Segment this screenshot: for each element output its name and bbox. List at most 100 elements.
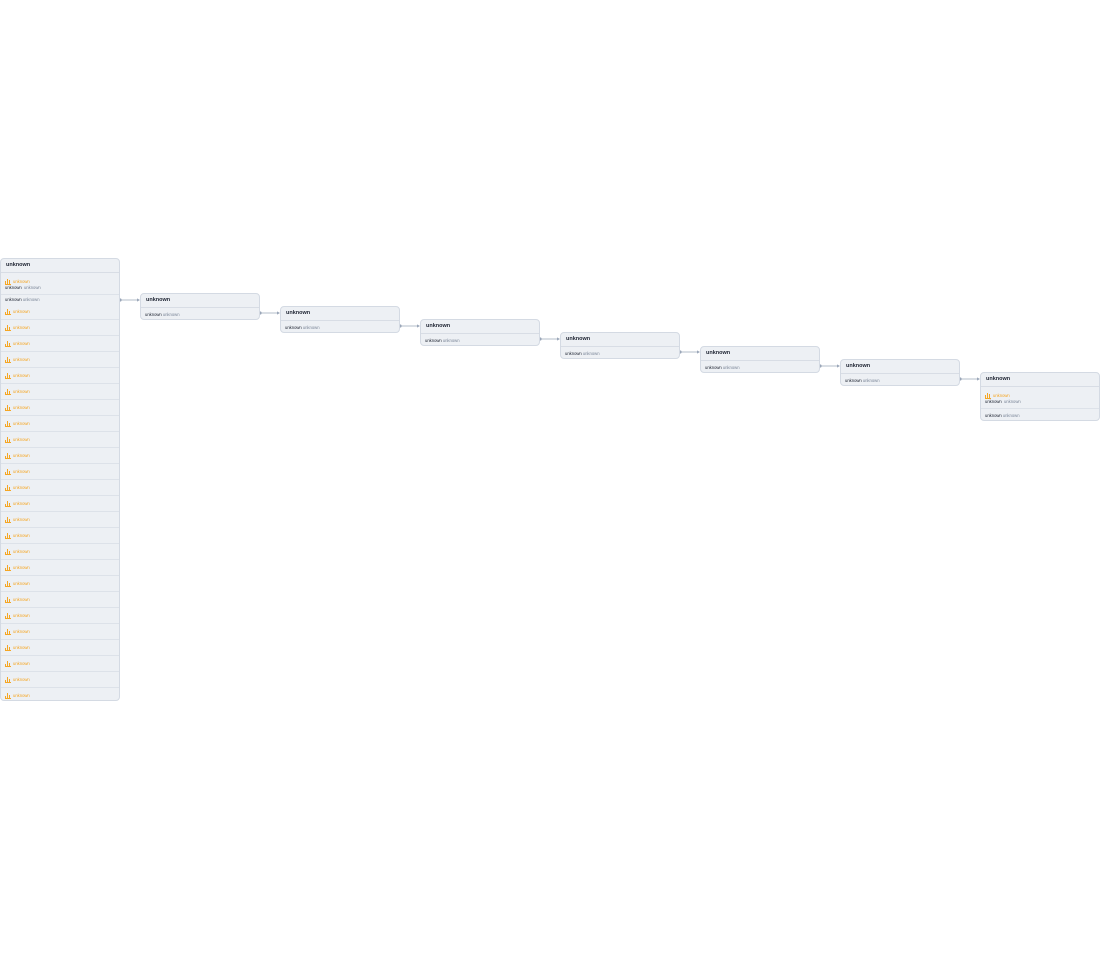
field-key: unknown (985, 398, 1002, 404)
alert-row[interactable]: unknown (1, 672, 119, 688)
alert-row[interactable]: unknown (1, 368, 119, 384)
alert-row[interactable]: unknown (1, 416, 119, 432)
bar-chart-icon (5, 420, 11, 427)
bar-chart-icon (5, 372, 11, 379)
alert-label: unknown (13, 341, 30, 346)
edge-3 (398, 324, 420, 328)
node-step-1[interactable]: unknown unknown unknown (140, 293, 260, 320)
alert-row[interactable]: unknown (1, 352, 119, 368)
alert-label: unknown (13, 565, 30, 570)
alert-row[interactable]: unknown (1, 496, 119, 512)
bar-chart-icon (5, 548, 11, 555)
alert-row[interactable]: unknown (1, 592, 119, 608)
field-value: unknown (23, 284, 41, 290)
field-key: unknown (845, 378, 862, 383)
field-row[interactable]: unknown unknown (701, 361, 819, 372)
bar-chart-icon (5, 644, 11, 651)
node-title: unknown (141, 294, 259, 308)
alert-row[interactable]: unknown (1, 640, 119, 656)
field-key: unknown (705, 365, 722, 370)
alert-row[interactable]: unknown (1, 544, 119, 560)
field-value: unknown (722, 365, 740, 370)
node-step-5[interactable]: unknown unknown unknown (700, 346, 820, 373)
bar-chart-icon (5, 580, 11, 587)
alert-row[interactable]: unknown (1, 304, 119, 320)
bar-chart-icon (5, 500, 11, 507)
alert-label: unknown (13, 693, 30, 698)
alert-list: unknown unknown unknown unknown unknown unkno… (1, 304, 119, 700)
alert-row[interactable]: unknown (1, 608, 119, 624)
field-key: unknown (145, 312, 162, 317)
alert-row[interactable]: unknown (1, 512, 119, 528)
alert-label: unknown (13, 629, 30, 634)
bar-chart-icon (5, 692, 11, 699)
alert-field: unknown unknown (5, 285, 41, 290)
node-title: unknown (561, 333, 679, 347)
bar-chart-icon (5, 340, 11, 347)
alert-row[interactable]: unknown (1, 560, 119, 576)
alert-label: unknown (13, 485, 30, 490)
alert-label: unknown (13, 437, 30, 442)
alert-row[interactable]: unknown (1, 656, 119, 672)
field-key: unknown (5, 284, 22, 290)
bar-chart-icon (5, 516, 11, 523)
alert-label: unknown (13, 581, 30, 586)
bar-chart-icon (5, 676, 11, 683)
edge-1 (118, 298, 140, 302)
alert-row[interactable]: unknown unknown unknown (1, 273, 119, 295)
node-title: unknown (421, 320, 539, 334)
field-row[interactable]: unknown unknown (561, 347, 679, 358)
bar-chart-icon (985, 392, 991, 399)
alert-row[interactable]: unknown (1, 448, 119, 464)
alert-label: unknown (13, 325, 30, 330)
node-title: unknown (701, 347, 819, 361)
bar-chart-icon (5, 324, 11, 331)
bar-chart-icon (5, 596, 11, 603)
alert-label: unknown (13, 597, 30, 602)
field-row[interactable]: unknown unknown (1, 295, 119, 304)
field-row[interactable]: unknown unknown (421, 334, 539, 345)
alert-row[interactable]: unknown (1, 528, 119, 544)
alert-label: unknown (13, 469, 30, 474)
alert-row[interactable]: unknown (1, 480, 119, 496)
node-title: unknown (1, 259, 119, 273)
edge-2 (258, 311, 280, 315)
alert-row[interactable]: unknown (1, 336, 119, 352)
alert-row[interactable]: unknown (1, 400, 119, 416)
alert-row[interactable]: unknown unknown unknown (981, 387, 1099, 409)
alert-row[interactable]: unknown (1, 576, 119, 592)
node-step-3[interactable]: unknown unknown unknown (420, 319, 540, 346)
alert-label: unknown (13, 357, 30, 362)
alert-label: unknown (13, 533, 30, 538)
node-step-4[interactable]: unknown unknown unknown (560, 332, 680, 359)
bar-chart-icon (5, 484, 11, 491)
node-source[interactable]: unknown unknown unknown unknown unknown … (0, 258, 120, 701)
alert-row[interactable]: unknown (1, 688, 119, 700)
node-step-2[interactable]: unknown unknown unknown (280, 306, 400, 333)
bar-chart-icon (5, 564, 11, 571)
alert-row[interactable]: unknown (1, 432, 119, 448)
alert-row[interactable]: unknown (1, 464, 119, 480)
field-value: unknown (442, 338, 460, 343)
alert-row[interactable]: unknown (1, 624, 119, 640)
node-step-6[interactable]: unknown unknown unknown (840, 359, 960, 386)
node-title: unknown (981, 373, 1099, 387)
alert-label: unknown (13, 645, 30, 650)
node-target[interactable]: unknown unknown unknown unknown unknown … (980, 372, 1100, 421)
bar-chart-icon (5, 278, 11, 285)
field-row[interactable]: unknown unknown (141, 308, 259, 319)
field-value: unknown (1003, 398, 1021, 404)
bar-chart-icon (5, 612, 11, 619)
alert-row[interactable]: unknown (1, 384, 119, 400)
field-key: unknown (285, 325, 302, 330)
alert-row[interactable]: unknown (1, 320, 119, 336)
edges-layer (118, 298, 980, 381)
alert-label: unknown (13, 661, 30, 666)
alert-label: unknown (13, 517, 30, 522)
field-row[interactable]: unknown unknown (981, 409, 1099, 420)
field-value: unknown (1002, 412, 1020, 418)
alert-label: unknown (993, 392, 1010, 398)
diagram-canvas: unknown unknown unknown unknown unknown … (0, 0, 1100, 960)
field-row[interactable]: unknown unknown (841, 374, 959, 385)
field-row[interactable]: unknown unknown (281, 321, 399, 332)
